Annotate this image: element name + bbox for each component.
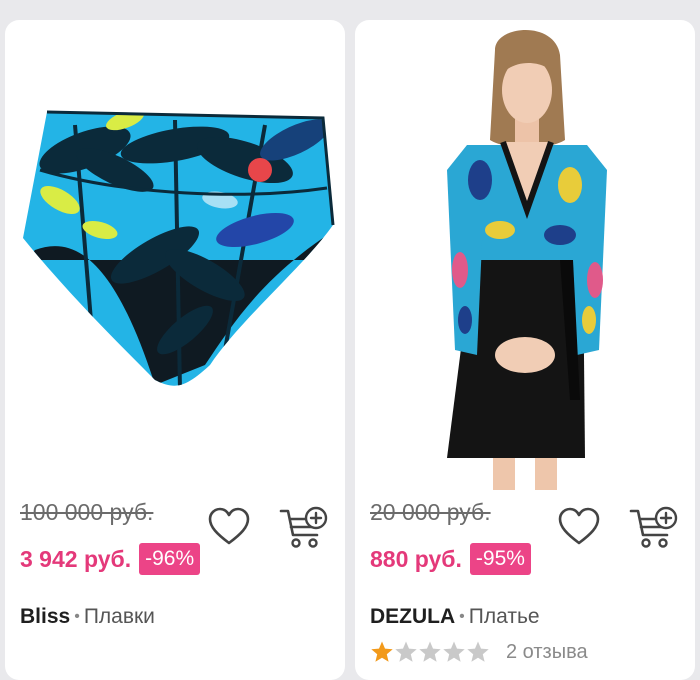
star-icon	[467, 641, 489, 662]
current-price: 3 942 руб.	[20, 545, 132, 572]
brand-row: DEZULA • Платье	[370, 605, 540, 629]
product-image[interactable]	[355, 20, 695, 490]
current-price: 880 руб.	[370, 545, 462, 572]
brand-name[interactable]: DEZULA	[370, 605, 455, 628]
heart-outline-icon[interactable]	[207, 507, 251, 547]
star-icon	[419, 641, 441, 662]
product-card[interactable]: 100 000 руб. 3 942 руб. -96% Bliss • Плавк…	[5, 20, 345, 680]
cart-plus-icon[interactable]	[629, 505, 679, 551]
old-price: 20 000 руб.	[370, 499, 491, 525]
brand-name[interactable]: Bliss	[20, 605, 70, 628]
price-row: 880 руб. -95%	[370, 543, 531, 575]
separator: •	[74, 608, 80, 625]
discount-badge: -95%	[469, 543, 531, 575]
reviews-count[interactable]: 2 отзыва	[506, 641, 588, 664]
product-image[interactable]	[5, 20, 345, 490]
star-icon	[443, 641, 465, 662]
rating-stars	[370, 640, 490, 664]
category-name: Плавки	[83, 605, 155, 628]
product-card[interactable]: 20 000 руб. 880 руб. -95% DEZULA • Платье …	[355, 20, 695, 680]
star-icon	[395, 641, 417, 662]
brand-row: Bliss • Плавки	[20, 605, 155, 629]
old-price: 100 000 руб.	[20, 499, 154, 525]
category-name: Платье	[468, 605, 540, 628]
price-row: 3 942 руб. -96%	[20, 543, 201, 575]
rating-row[interactable]: 2 отзыва	[370, 640, 588, 664]
discount-badge: -96%	[139, 543, 201, 575]
cart-plus-icon[interactable]	[279, 505, 329, 551]
separator: •	[459, 608, 465, 625]
heart-outline-icon[interactable]	[557, 507, 601, 547]
star-icon	[371, 641, 393, 662]
